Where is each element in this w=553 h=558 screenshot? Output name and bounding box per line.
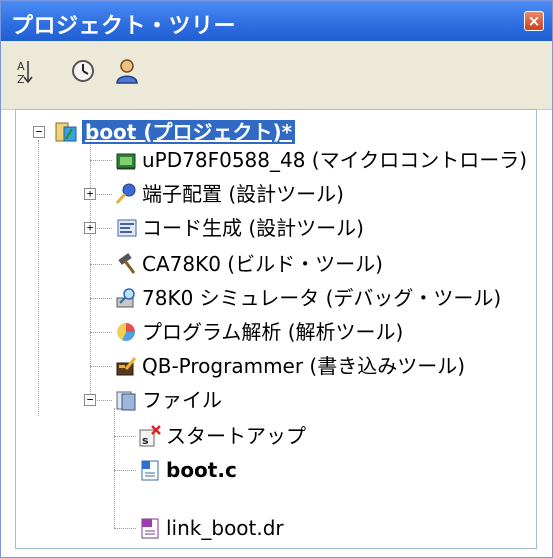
collapse-project-toggle[interactable]: − <box>33 126 45 138</box>
tree-node-build-tool[interactable]: CA78K0 (ビルド・ツール) <box>114 248 383 280</box>
expand-pin-assignment-toggle[interactable]: + <box>84 188 96 200</box>
collapse-files-toggle[interactable]: − <box>84 394 96 406</box>
tree-node-pin-assignment[interactable]: 端子配置 (設計ツール) <box>114 178 344 210</box>
user-settings-button[interactable] <box>113 57 141 85</box>
panel-titlebar: プロジェクト・ツリー × <box>1 1 552 41</box>
close-button[interactable]: × <box>524 11 544 31</box>
startup-file-icon: s <box>139 425 161 447</box>
programmer-icon <box>116 357 137 376</box>
tree-node-source-file[interactable]: boot.c <box>138 454 237 486</box>
tree-node-label: boot (プロジェクト)* <box>82 120 296 144</box>
tree-line <box>114 408 115 528</box>
tree-line <box>94 228 112 229</box>
panel-title: プロジェクト・ツリー <box>11 14 237 39</box>
tree-node-label: スタートアップ <box>166 424 306 448</box>
tree-node-label: プログラム解析 (解析ツール) <box>142 320 404 344</box>
tree-line <box>114 470 136 471</box>
tree-node-microcontroller[interactable]: uPD78F0588_48 (マイクロコントローラ) <box>114 144 527 176</box>
tree-line <box>90 160 112 161</box>
folder-files-icon <box>116 391 136 411</box>
tree-node-label: 78K0 シミュレータ (デバッグ・ツール) <box>142 286 502 310</box>
pin-tool-icon <box>115 183 136 204</box>
tree-node-label: ファイル <box>142 388 222 412</box>
code-generator-icon <box>117 219 137 237</box>
c-source-file-icon <box>141 460 159 481</box>
tree-node-debug-tool[interactable]: 78K0 シミュレータ (デバッグ・ツール) <box>114 282 501 314</box>
tree-line <box>38 140 39 416</box>
microcontroller-icon <box>116 153 136 170</box>
clock-icon <box>72 60 94 82</box>
tree-node-label: 端子配置 (設計ツール) <box>142 182 344 206</box>
tree-node-flash-tool[interactable]: QB-Programmer (書き込みツール) <box>114 350 465 382</box>
simulator-icon <box>116 288 135 308</box>
directive-file-icon <box>141 518 159 539</box>
tree-toolbar: A Z <box>1 41 552 110</box>
tree-node-code-generation[interactable]: コード生成 (設計ツール) <box>114 212 364 244</box>
tree-line <box>114 528 136 529</box>
tree-line <box>94 194 112 195</box>
analysis-chart-icon <box>117 323 135 341</box>
svg-text:s: s <box>142 434 149 447</box>
tree-node-label: boot.c <box>166 458 237 482</box>
tree-node-label: uPD78F0588_48 (マイクロコントローラ) <box>142 148 528 172</box>
tree-line <box>114 436 136 437</box>
tree-line <box>90 134 91 396</box>
sort-az-icon: A Z <box>17 60 33 86</box>
tree-node-label: CA78K0 (ビルド・ツール) <box>142 252 383 276</box>
svg-text:A: A <box>17 60 25 73</box>
tree-node-files[interactable]: ファイル <box>114 384 222 416</box>
tree-node-startup[interactable]: s スタートアップ <box>138 420 306 452</box>
user-icon <box>116 59 138 84</box>
tree-line <box>90 298 112 299</box>
tree-line <box>90 366 112 367</box>
tree-node-directive-file[interactable]: link_boot.dr <box>138 512 284 544</box>
project-tree: − boot (プロジェクト)* uPD78F0588_48 (マイクロコントロ… <box>15 109 537 549</box>
sort-by-time-button[interactable] <box>69 57 97 85</box>
expand-code-generation-toggle[interactable]: + <box>84 222 96 234</box>
tree-node-label: コード生成 (設計ツール) <box>142 216 364 240</box>
tree-node-analysis-tool[interactable]: プログラム解析 (解析ツール) <box>114 316 403 348</box>
tree-node-label: QB-Programmer (書き込みツール) <box>142 354 466 378</box>
project-tree-panel: プロジェクト・ツリー × A Z − boot (プロジェクト)* uPD78F… <box>0 0 553 558</box>
project-icon <box>55 122 77 142</box>
tree-node-label: link_boot.dr <box>166 516 284 540</box>
tree-line <box>90 332 112 333</box>
svg-text:Z: Z <box>17 73 25 85</box>
hammer-icon <box>118 253 136 274</box>
sort-az-button[interactable]: A Z <box>11 57 39 86</box>
tree-line <box>90 264 112 265</box>
tree-line <box>94 400 112 401</box>
